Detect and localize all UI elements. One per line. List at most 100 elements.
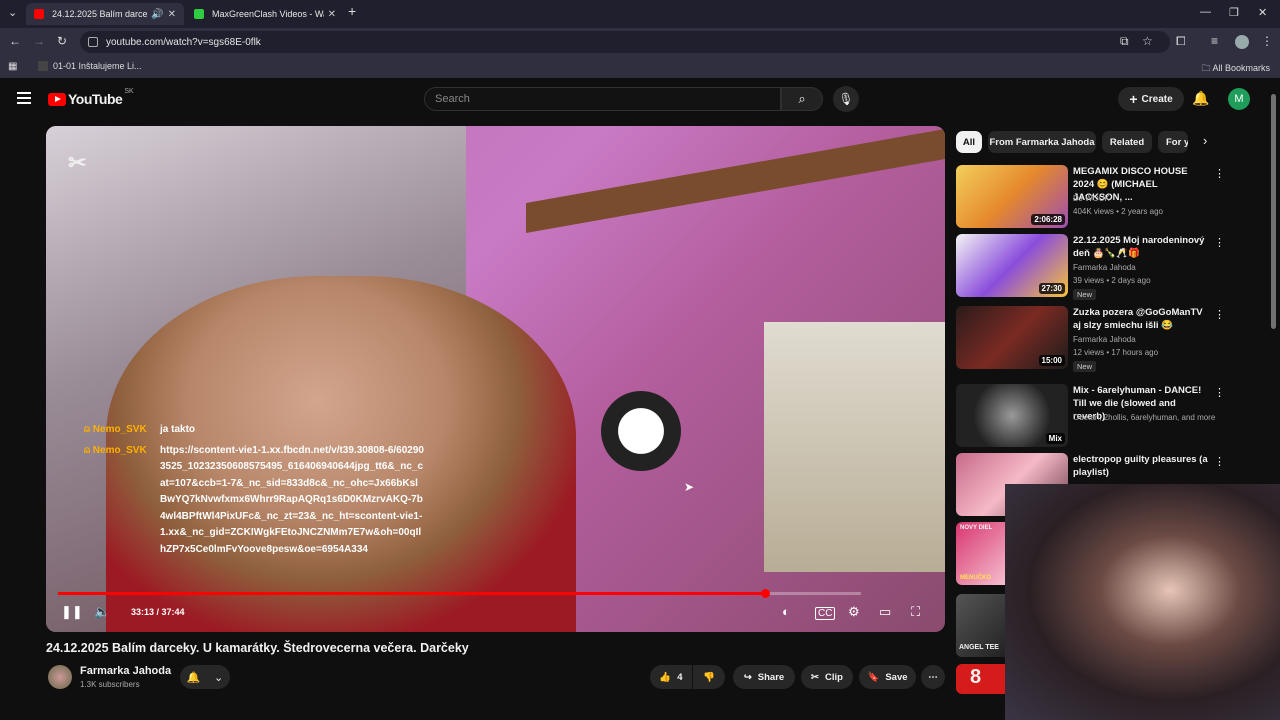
more-vertical-icon[interactable]: ⋮ bbox=[1214, 386, 1225, 399]
video-thumbnail[interactable]: 8 bbox=[956, 664, 1006, 694]
dislike-button[interactable]: 👎 bbox=[693, 665, 725, 689]
apps-grid-icon[interactable]: ▦ bbox=[8, 61, 17, 72]
close-tab-icon[interactable]: ✕ bbox=[168, 9, 176, 20]
profile-avatar[interactable] bbox=[1235, 35, 1249, 49]
chip-all[interactable]: All bbox=[956, 131, 982, 153]
bookmarks-bar: ▦ 01-01 Inštalujeme Li... 🗀 All Bookmark… bbox=[0, 56, 1280, 78]
bookmark-star-icon[interactable]: ☆ bbox=[1142, 34, 1153, 48]
account-avatar[interactable]: M bbox=[1228, 88, 1250, 110]
scrubber-handle[interactable] bbox=[760, 589, 770, 598]
volume-icon[interactable]: 🔈 bbox=[94, 604, 110, 620]
pause-icon[interactable]: ❚❚ bbox=[61, 604, 83, 620]
recommendation-item[interactable]: 27:30 22.12.2025 Moj narodeninový deň 🎂🍾… bbox=[956, 234, 1226, 300]
recommendation-title[interactable]: Zuzka pozera @GoGoManTV aj slzy smiechu … bbox=[1073, 306, 1209, 332]
video-thumbnail[interactable]: 15:00 bbox=[956, 306, 1068, 369]
scissors-icon: ✂ bbox=[811, 671, 819, 683]
thumbnail-text: ANGEL TEE bbox=[959, 644, 999, 651]
search-button[interactable]: ⌕ bbox=[781, 87, 823, 111]
forward-icon[interactable]: → bbox=[33, 34, 45, 48]
create-button[interactable]: + Create bbox=[1118, 87, 1184, 111]
chip-from-channel[interactable]: From Farmarka Jahoda bbox=[988, 131, 1096, 153]
video-player[interactable]: ✂ ⍝ Nemo_SVK ja takto ⍝ Nemo_SVK https:/… bbox=[46, 126, 945, 632]
settings-gear-icon[interactable]: ⚙ bbox=[848, 604, 860, 620]
more-vertical-icon[interactable]: ⋮ bbox=[1214, 455, 1225, 468]
bookmark-icon: 🔖 bbox=[867, 671, 880, 683]
theater-mode-icon[interactable]: ▭ bbox=[879, 604, 891, 620]
more-vertical-icon[interactable]: ⋮ bbox=[1214, 308, 1225, 321]
reload-icon[interactable]: ↻ bbox=[57, 34, 67, 48]
bookmark-item[interactable]: 01-01 Inštalujeme Li... bbox=[38, 61, 142, 71]
url-field[interactable]: youtube.com/watch?v=sgs68E-0flk bbox=[80, 31, 1170, 53]
tab-search-icon[interactable]: ⌄ bbox=[8, 6, 17, 19]
youtube-logo[interactable]: YouTube SK bbox=[48, 88, 134, 107]
progress-bar[interactable] bbox=[58, 589, 861, 598]
search-input[interactable]: Search bbox=[424, 87, 781, 111]
notifications-bell-icon[interactable]: 🔔 bbox=[1192, 90, 1209, 107]
duration-badge: 2:06:28 bbox=[1031, 214, 1065, 225]
menu-kebab-icon[interactable]: ⋮ bbox=[1261, 34, 1273, 48]
video-thumbnail[interactable]: 2:06:28 bbox=[956, 165, 1068, 228]
recommendation-channel[interactable]: Farmarka Jahoda bbox=[1073, 263, 1136, 272]
speaker-icon[interactable]: 🔊 bbox=[151, 9, 163, 20]
fullscreen-icon[interactable]: ⛶ bbox=[911, 604, 920, 620]
captions-icon[interactable]: CC bbox=[815, 607, 836, 620]
time-display: 33:13 / 37:44 bbox=[131, 607, 185, 617]
browser-tab[interactable]: MaxGreenClash Videos - Watch ✕ bbox=[186, 3, 344, 25]
browser-tab-active[interactable]: 24.12.2025 Balím darceky. U kamarátky. Š… bbox=[26, 3, 184, 25]
bell-icon: 🔔 bbox=[186, 671, 201, 684]
page-scrollbar[interactable] bbox=[1271, 94, 1276, 329]
mouse-cursor-icon: ➤ bbox=[684, 480, 695, 494]
recommendation-meta: 12 views • 17 hours ago bbox=[1073, 348, 1159, 357]
more-vertical-icon[interactable]: ⋮ bbox=[1214, 236, 1225, 249]
thumbnail-text: 8 bbox=[970, 666, 982, 688]
voice-search-button[interactable]: 🎙 bbox=[833, 86, 859, 112]
media-icon[interactable]: ≡ bbox=[1211, 34, 1218, 48]
autoplay-toggle-icon[interactable]: ◐ bbox=[782, 604, 790, 619]
share-button[interactable]: ↪ Share bbox=[733, 665, 795, 689]
cast-icon[interactable]: ⧉ bbox=[1120, 34, 1129, 49]
save-button[interactable]: 🔖 Save bbox=[859, 665, 916, 689]
channel-avatar[interactable] bbox=[48, 665, 72, 689]
like-button[interactable]: 👍 4 bbox=[650, 665, 692, 689]
hamburger-menu-icon[interactable] bbox=[17, 92, 31, 104]
video-thumbnail[interactable]: Mix bbox=[956, 384, 1068, 447]
chip-for-you[interactable]: For y bbox=[1158, 131, 1188, 153]
recommendation-title[interactable]: 22.12.2025 Moj narodeninový deň 🎂🍾🥂🎁 bbox=[1073, 234, 1209, 260]
recommendation-channel[interactable]: Farmarka Jahoda bbox=[1073, 335, 1136, 344]
site-info-icon[interactable] bbox=[88, 37, 98, 47]
thumbs-down-icon: 👎 bbox=[703, 671, 715, 683]
more-vertical-icon[interactable]: ⋮ bbox=[1214, 167, 1225, 180]
chevron-down-icon: ⌄ bbox=[214, 671, 224, 684]
back-icon[interactable]: ← bbox=[9, 34, 21, 48]
new-badge: New bbox=[1073, 289, 1097, 300]
recommendation-channel[interactable]: Odetari, 2hollis, 6arelyhuman, and more bbox=[1073, 413, 1215, 422]
recommendation-item[interactable]: 15:00 Zuzka pozera @GoGoManTV aj slzy sm… bbox=[956, 306, 1226, 372]
plus-icon: + bbox=[1129, 91, 1138, 107]
new-badge: New bbox=[1073, 361, 1097, 372]
minimize-icon[interactable]: — bbox=[1200, 6, 1211, 18]
chip-related[interactable]: Related bbox=[1102, 131, 1152, 153]
recommendation-item[interactable]: 2:06:28 MEGAMIX DISCO HOUSE 2024 😊 (MICH… bbox=[956, 165, 1226, 228]
close-tab-icon[interactable]: ✕ bbox=[328, 9, 336, 20]
subscribed-button[interactable]: 🔔 ⌄ bbox=[180, 665, 230, 689]
address-bar-row: ← → ↻ youtube.com/watch?v=sgs68E-0flk ⧉ … bbox=[0, 28, 1280, 56]
recommendation-title[interactable]: electropop guilty pleasures (a playlist) bbox=[1073, 453, 1209, 479]
chevron-right-icon[interactable]: › bbox=[1203, 133, 1207, 148]
video-thumbnail[interactable]: NOVY DIEL MENUČKO bbox=[956, 522, 1006, 585]
new-tab-icon[interactable]: + bbox=[348, 3, 356, 19]
all-bookmarks-button[interactable]: 🗀 All Bookmarks bbox=[1201, 61, 1270, 77]
clip-button[interactable]: ✂ Clip bbox=[801, 665, 853, 689]
extensions-icon[interactable]: ⧠ bbox=[1176, 34, 1186, 49]
recommendation-item[interactable]: Mix Mix - 6arelyhuman - DANCE! Till we d… bbox=[956, 384, 1226, 447]
recommendation-meta: 404K views • 2 years ago bbox=[1073, 207, 1163, 216]
close-window-icon[interactable]: ✕ bbox=[1258, 6, 1267, 19]
recommendation-channel[interactable]: DJ WOUK bbox=[1073, 194, 1110, 203]
channel-name[interactable]: Farmarka Jahoda bbox=[80, 665, 171, 677]
more-actions-button[interactable]: ⋯ bbox=[921, 665, 945, 689]
restore-icon[interactable]: ❐ bbox=[1229, 6, 1239, 19]
thumbnail-text: NOVY DIEL bbox=[960, 525, 993, 531]
more-horizontal-icon: ⋯ bbox=[928, 671, 938, 683]
video-thumbnail[interactable]: 27:30 bbox=[956, 234, 1068, 297]
video-thumbnail[interactable]: ANGEL TEE bbox=[956, 594, 1006, 657]
chat-user: ⍝ Nemo_SVK bbox=[84, 444, 147, 456]
